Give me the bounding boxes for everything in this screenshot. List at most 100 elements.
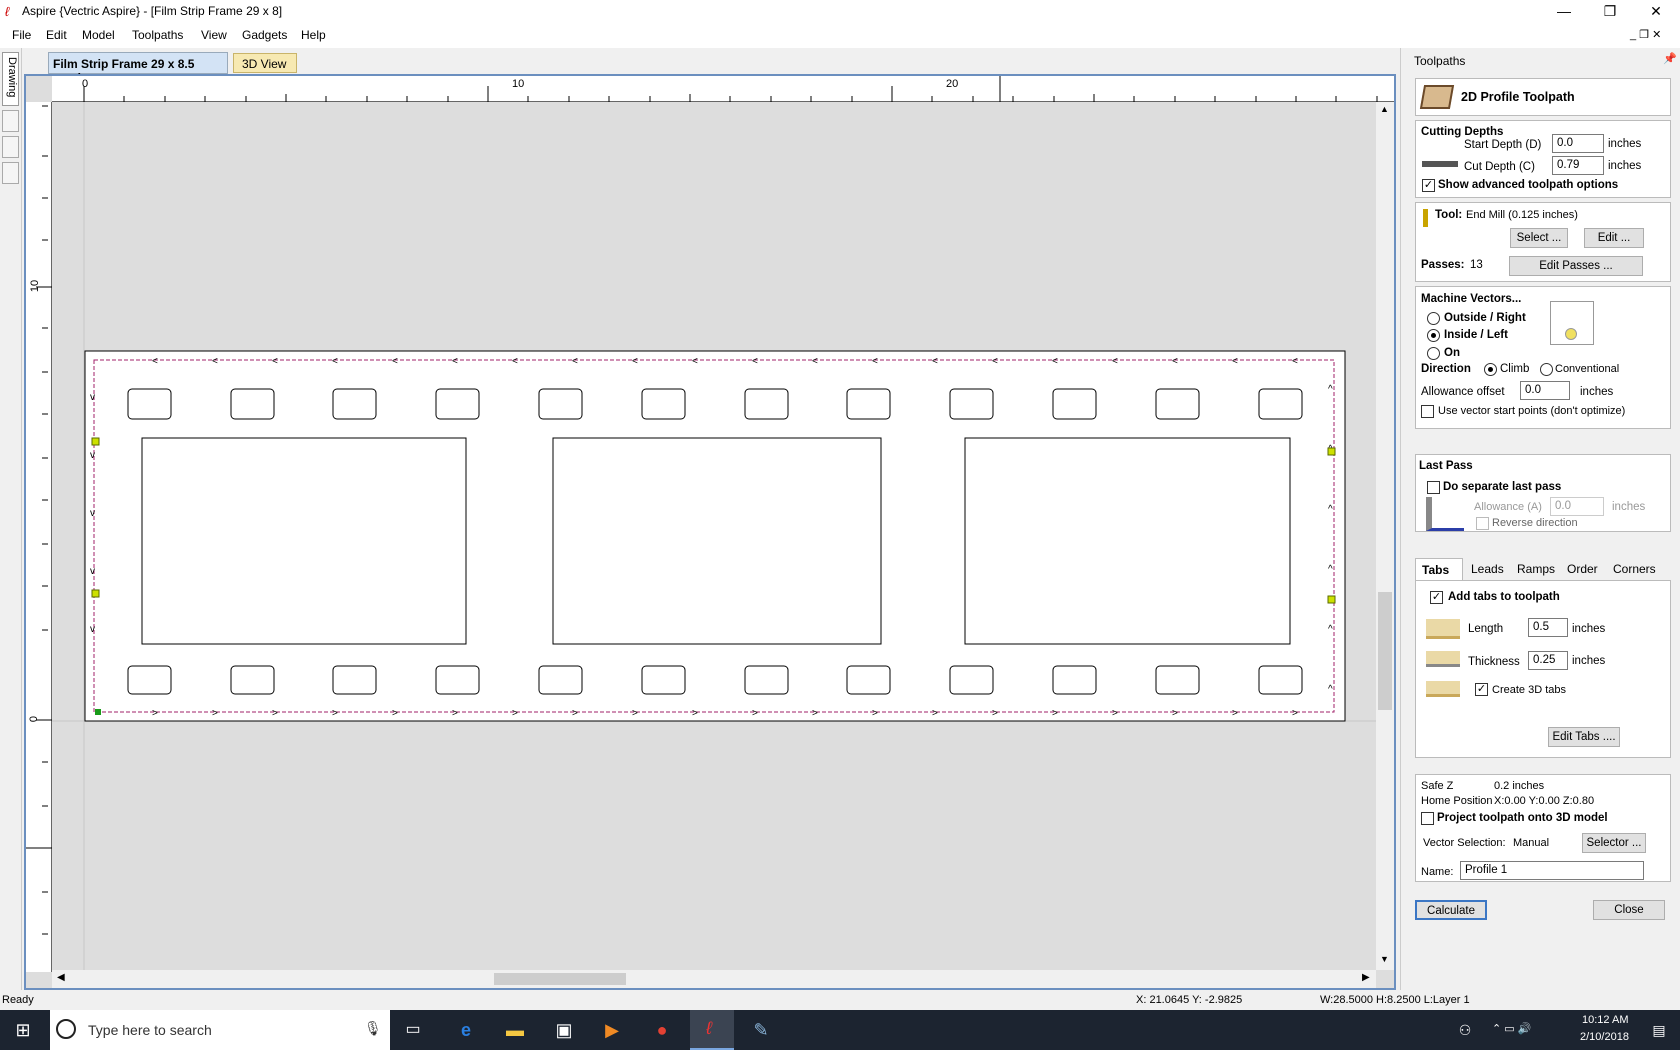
reverse-direction-checkbox[interactable] (1476, 517, 1489, 530)
top-ruler-ticks (83, 76, 1378, 102)
minimize-button[interactable]: — (1541, 0, 1587, 24)
svg-text:>: > (1232, 708, 1238, 719)
svg-text:^: ^ (1328, 564, 1333, 575)
svg-text:>: > (812, 708, 818, 719)
aspire-taskbar-button[interactable]: ℓ (690, 1010, 734, 1050)
microphone-icon[interactable]: 🎙 (364, 1020, 382, 1037)
project-3d-checkbox[interactable] (1421, 812, 1434, 825)
advanced-options-checkbox[interactable]: ✓ (1422, 179, 1435, 192)
calculate-button[interactable]: Calculate (1415, 900, 1487, 920)
drawing-canvas[interactable]: < < < < < < < < < < < < < < < < < < < < > > > > > > > > > > > > > > > > > > >… (52, 102, 1376, 970)
tab-order[interactable]: Order (1561, 558, 1604, 580)
svg-text:<: < (152, 356, 158, 367)
status-bar: Ready X: 21.0645 Y: -2.9825 W:28.5000 H:… (0, 990, 1680, 1010)
add-tabs-label: Add tabs to toolpath (1448, 591, 1560, 603)
svg-text:>: > (1112, 708, 1118, 719)
tab-thickness-icon (1426, 651, 1460, 667)
inside-radio[interactable] (1427, 329, 1440, 342)
strip-tab[interactable] (2, 136, 19, 158)
last-pass-title: Last Pass (1419, 460, 1473, 472)
cut-depth-label: Cut Depth (C) (1464, 161, 1535, 173)
tab-length-input[interactable]: 0.5 (1528, 618, 1568, 637)
system-tray-icons[interactable]: ⌃ ▭ 🔊 (1492, 1022, 1531, 1035)
machine-vectors-group: Machine Vectors... Outside / Right Insid… (1415, 286, 1671, 429)
menu-edit[interactable]: Edit (46, 28, 67, 42)
scroll-down-icon[interactable]: ▼ (1380, 954, 1389, 964)
toolpath-title: 2D Profile Toolpath (1461, 90, 1575, 104)
people-icon[interactable]: ⚇ (1452, 1018, 1478, 1042)
tab-ramps[interactable]: Ramps (1511, 558, 1561, 580)
pin-icon[interactable]: 📌 (1663, 52, 1677, 65)
file-explorer-icon[interactable]: ▬ (502, 1018, 528, 1042)
create-3d-tabs-checkbox[interactable]: ✓ (1475, 683, 1488, 696)
vector-start-checkbox[interactable] (1421, 405, 1434, 418)
scroll-left-icon[interactable]: ◀ (57, 972, 65, 983)
last-pass-allowance-input[interactable]: 0.0 (1550, 497, 1604, 516)
allowance-offset-input[interactable]: 0.0 (1520, 381, 1570, 400)
outside-radio[interactable] (1427, 312, 1440, 325)
tab-2d-view[interactable]: Film Strip Frame 29 x 8.5 stock (48, 52, 228, 85)
tab-thickness-label: Thickness (1468, 656, 1520, 668)
svg-text:>: > (872, 708, 878, 719)
svg-text:<: < (632, 356, 638, 367)
toolpaths-panel: Toolpaths 📌 2D Profile Toolpath Cutting … (1400, 48, 1680, 990)
separate-last-pass-checkbox[interactable] (1427, 481, 1440, 494)
toolpath-name-input[interactable]: Profile 1 (1460, 861, 1644, 880)
svg-text:>: > (632, 708, 638, 719)
tab-corners[interactable]: Corners (1607, 558, 1662, 580)
start-depth-input[interactable]: 0.0 (1552, 134, 1604, 153)
close-button[interactable]: ✕ (1633, 0, 1679, 24)
menu-gadgets[interactable]: Gadgets (242, 28, 287, 42)
svg-text:v: v (90, 624, 95, 635)
vertical-scroll-thumb[interactable] (1378, 592, 1392, 710)
tool-select-button[interactable]: Select ... (1510, 228, 1568, 248)
last-pass-diagram-icon (1426, 497, 1464, 531)
taskbar-search[interactable]: Type here to search 🎙 (50, 1010, 390, 1050)
svg-text:>: > (152, 708, 158, 719)
vertical-scrollbar[interactable]: ▲ ▼ (1376, 102, 1394, 970)
tool-edit-button[interactable]: Edit ... (1584, 228, 1644, 248)
notification-icon[interactable]: ▤ (1646, 1018, 1672, 1042)
options-tabs: Tabs Leads Ramps Order Corners (1415, 558, 1671, 582)
tab-thickness-input[interactable]: 0.25 (1528, 651, 1568, 670)
svg-text:<: < (692, 356, 698, 367)
scroll-up-icon[interactable]: ▲ (1380, 104, 1389, 114)
cut-depth-unit: inches (1608, 160, 1642, 172)
task-view-icon[interactable]: ▭ (400, 1018, 426, 1042)
horizontal-scrollbar[interactable]: ◀ ▶ (52, 970, 1376, 988)
edge-icon[interactable]: e (453, 1018, 479, 1042)
windows-start-icon[interactable]: ⊞ (10, 1018, 36, 1042)
svg-text:<: < (332, 356, 338, 367)
menu-file[interactable]: File (12, 28, 31, 42)
vector-start-label: Use vector start points (don't optimize) (1438, 405, 1626, 417)
conventional-radio[interactable] (1540, 363, 1553, 376)
selector-button[interactable]: Selector ... (1582, 833, 1646, 853)
restore-button[interactable]: ❐ (1587, 0, 1633, 24)
edit-passes-button[interactable]: Edit Passes ... (1509, 256, 1643, 276)
mdi-controls[interactable]: _ ❐ ✕ (1630, 28, 1661, 41)
menu-help[interactable]: Help (301, 28, 326, 42)
paint-icon[interactable]: ✎ (748, 1018, 774, 1042)
close-panel-button[interactable]: Close (1593, 900, 1665, 920)
media-player-icon[interactable]: ▶ (599, 1018, 625, 1042)
cut-depth-input[interactable]: 0.79 (1552, 156, 1604, 175)
tab-leads[interactable]: Leads (1465, 558, 1510, 580)
menu-toolpaths[interactable]: Toolpaths (132, 28, 183, 42)
allowance-unit: inches (1580, 386, 1614, 398)
drawing-tab[interactable]: Drawing (2, 52, 19, 106)
add-tabs-checkbox[interactable]: ✓ (1430, 591, 1443, 604)
create-3d-tabs-label: Create 3D tabs (1492, 684, 1566, 696)
menu-model[interactable]: Model (82, 28, 115, 42)
tab-3d-view[interactable]: 3D View (233, 53, 297, 73)
climb-radio[interactable] (1484, 363, 1497, 376)
strip-tab[interactable] (2, 162, 19, 184)
tab-tabs[interactable]: Tabs (1415, 558, 1463, 580)
on-radio[interactable] (1427, 347, 1440, 360)
store-icon[interactable]: ▣ (551, 1018, 577, 1042)
chrome-icon[interactable]: ● (649, 1018, 675, 1042)
edit-tabs-button[interactable]: Edit Tabs .... (1548, 727, 1620, 747)
scroll-right-icon[interactable]: ▶ (1362, 972, 1370, 983)
horizontal-scroll-thumb[interactable] (494, 973, 626, 985)
strip-tab[interactable] (2, 110, 19, 132)
menu-view[interactable]: View (201, 28, 227, 42)
